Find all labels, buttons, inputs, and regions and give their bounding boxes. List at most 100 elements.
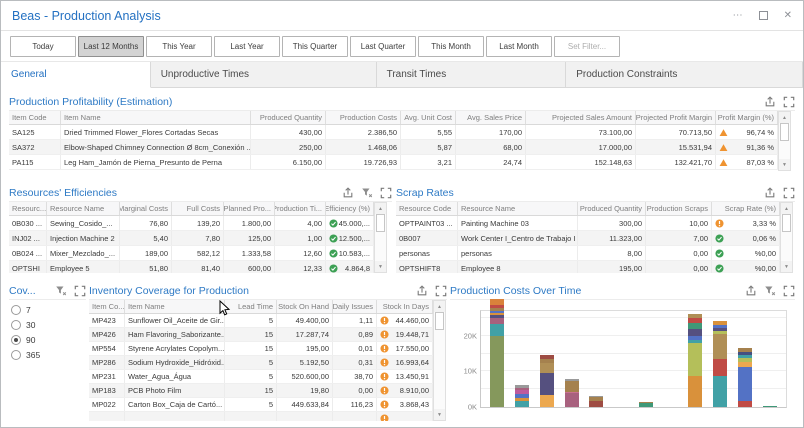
expand-icon[interactable] [783,96,795,108]
filter-button-last-12-months[interactable]: Last 12 Months [78,36,144,57]
column-header[interactable]: Item Name [61,111,251,124]
scroll-track[interactable] [375,232,386,261]
stacked-bar[interactable] [565,379,579,407]
column-header[interactable]: Resource Name [47,202,120,215]
table-row[interactable]: SA125Dried Trimmed Flower_Flores Cortada… [9,125,778,140]
scroll-track[interactable] [434,330,445,409]
table-row[interactable]: 0B007Work Center I_Centro de Trabajo I11… [396,231,780,246]
stacked-bar[interactable] [540,355,554,407]
tab-unproductive-times[interactable]: Unproductive Times [151,62,377,87]
more-options-button[interactable]: ⋯ [733,11,743,21]
column-header[interactable]: Projected Profit Margin [636,111,716,124]
stacked-bar[interactable] [713,321,727,407]
export-icon[interactable] [764,187,776,199]
expand-icon[interactable] [74,285,86,297]
column-header[interactable]: Production Ti... [275,202,326,215]
export-icon[interactable] [780,69,794,81]
stacked-bar[interactable] [738,348,752,407]
scroll-down-button[interactable]: ▼ [434,409,445,420]
filter-button-this-month[interactable]: This Month [418,36,484,57]
tab-production-constraints[interactable]: Production Constraints [566,62,803,87]
column-header[interactable]: Resourc... [9,202,47,215]
export-icon[interactable] [745,285,757,297]
column-header[interactable]: Item Name [125,300,225,313]
export-icon[interactable] [342,187,354,199]
column-header[interactable]: Daily Issues [333,300,377,313]
scroll-up-button[interactable]: ▲ [781,203,792,214]
tab-transit-times[interactable]: Transit Times [377,62,567,87]
clear-filter-icon[interactable] [55,285,67,297]
table-row[interactable]: personaspersonas8,000,00%0,00 [396,246,780,261]
coverage-radio-7[interactable]: 7 [11,305,84,315]
table-row[interactable]: SA372Elbow-Shaped Chimney Connection Ø 8… [9,140,778,155]
export-icon[interactable] [543,69,557,81]
expand-icon[interactable] [435,285,447,297]
column-header[interactable]: Scrap Rate (%) [712,202,780,215]
stacked-bar[interactable] [763,406,777,407]
export-icon[interactable] [128,69,142,81]
vertical-scrollbar[interactable]: ▲ ▼ [433,300,446,421]
scroll-down-button[interactable]: ▼ [375,261,386,272]
scroll-track[interactable] [779,141,790,159]
column-header[interactable]: Resource Name [458,202,578,215]
filter-button-today[interactable]: Today [10,36,76,57]
vertical-scrollbar[interactable]: ▲ ▼ [778,111,791,171]
close-button[interactable]: ✕ [784,11,792,21]
table-row[interactable]: INJ02 ...Injection Machine 25,407,80125,… [9,231,374,246]
stacked-bar[interactable] [589,396,603,407]
expand-icon[interactable] [783,285,795,297]
table-row[interactable]: OPTPAINT03 ...Painting Machine 03300,001… [396,216,780,231]
column-header[interactable]: Item Code [9,111,61,124]
column-header[interactable]: Produced Quantity [251,111,326,124]
expand-icon[interactable] [783,187,795,199]
filter-button-last-month[interactable]: Last Month [486,36,552,57]
export-icon[interactable] [764,96,776,108]
table-row[interactable]: MP554Styrene Acrylates Copolym...15195,0… [89,342,433,356]
filter-button-last-quarter[interactable]: Last Quarter [350,36,416,57]
column-header[interactable]: Stock In Days [377,300,433,313]
filter-button-set-filter-[interactable]: Set Filter... [554,36,620,57]
column-header[interactable]: Item Co... [89,300,125,313]
column-header[interactable]: Production Scraps [646,202,712,215]
export-icon[interactable] [416,285,428,297]
filter-button-last-year[interactable]: Last Year [214,36,280,57]
scroll-thumb[interactable] [782,214,791,232]
column-header[interactable]: Projected Sales Amount [526,111,636,124]
filter-button-this-year[interactable]: This Year [146,36,212,57]
clear-filter-icon[interactable] [764,285,776,297]
export-icon[interactable] [354,69,368,81]
stacked-bar[interactable] [688,314,702,407]
tab-general[interactable]: General [1,62,151,88]
column-header[interactable]: Avg. Unit Cost [401,111,456,124]
scroll-up-button[interactable]: ▲ [375,203,386,214]
stacked-bar[interactable] [639,402,653,407]
table-row[interactable]: 0B024 ...Mixer_Mezclado_...189,00582,121… [9,246,374,261]
column-header[interactable]: Marginal Costs [120,202,172,215]
coverage-radio-90[interactable]: 90 [11,335,84,345]
column-header[interactable]: Production Costs [326,111,401,124]
column-header[interactable]: Lead Time [225,300,277,313]
vertical-scrollbar[interactable]: ▲ ▼ [374,202,387,273]
column-header[interactable]: Produced Quantity [578,202,646,215]
table-row[interactable]: MP286Sodium Hydroxide_Hidróxid...55.192,… [89,356,433,370]
coverage-radio-365[interactable]: 365 [11,350,84,360]
table-row[interactable]: MP183PCB Photo Film1519,800,008.910,00 [89,384,433,398]
scroll-down-button[interactable]: ▼ [779,159,790,170]
filter-button-this-quarter[interactable]: This Quarter [282,36,348,57]
table-row[interactable]: MP426Ham Flavoring_Saborizante...1517.28… [89,328,433,342]
stacked-bar[interactable] [515,385,529,407]
scroll-thumb[interactable] [780,123,789,141]
table-row[interactable]: MP231Water_Agua_Água5520.600,0038,7013.4… [89,370,433,384]
coverage-radio-30[interactable]: 30 [11,320,84,330]
table-row[interactable]: MP022Carton Box_Caja de Cartó...5449.633… [89,398,433,412]
vertical-scrollbar[interactable]: ▲ ▼ [780,202,793,273]
maximize-button[interactable] [759,11,768,20]
column-header[interactable]: Resource Code [396,202,458,215]
table-row[interactable]: PA115Leg Ham_Jamón de Pierna_Presunto de… [9,155,778,170]
clear-filter-icon[interactable] [361,187,373,199]
table-row[interactable] [89,412,433,421]
scroll-thumb[interactable] [376,214,385,232]
column-header[interactable]: Efficiency (%) [326,202,374,215]
table-row[interactable]: 0B030 ...Sewing_Cosido_...76,80139,201.8… [9,216,374,231]
scroll-up-button[interactable]: ▲ [434,301,445,312]
